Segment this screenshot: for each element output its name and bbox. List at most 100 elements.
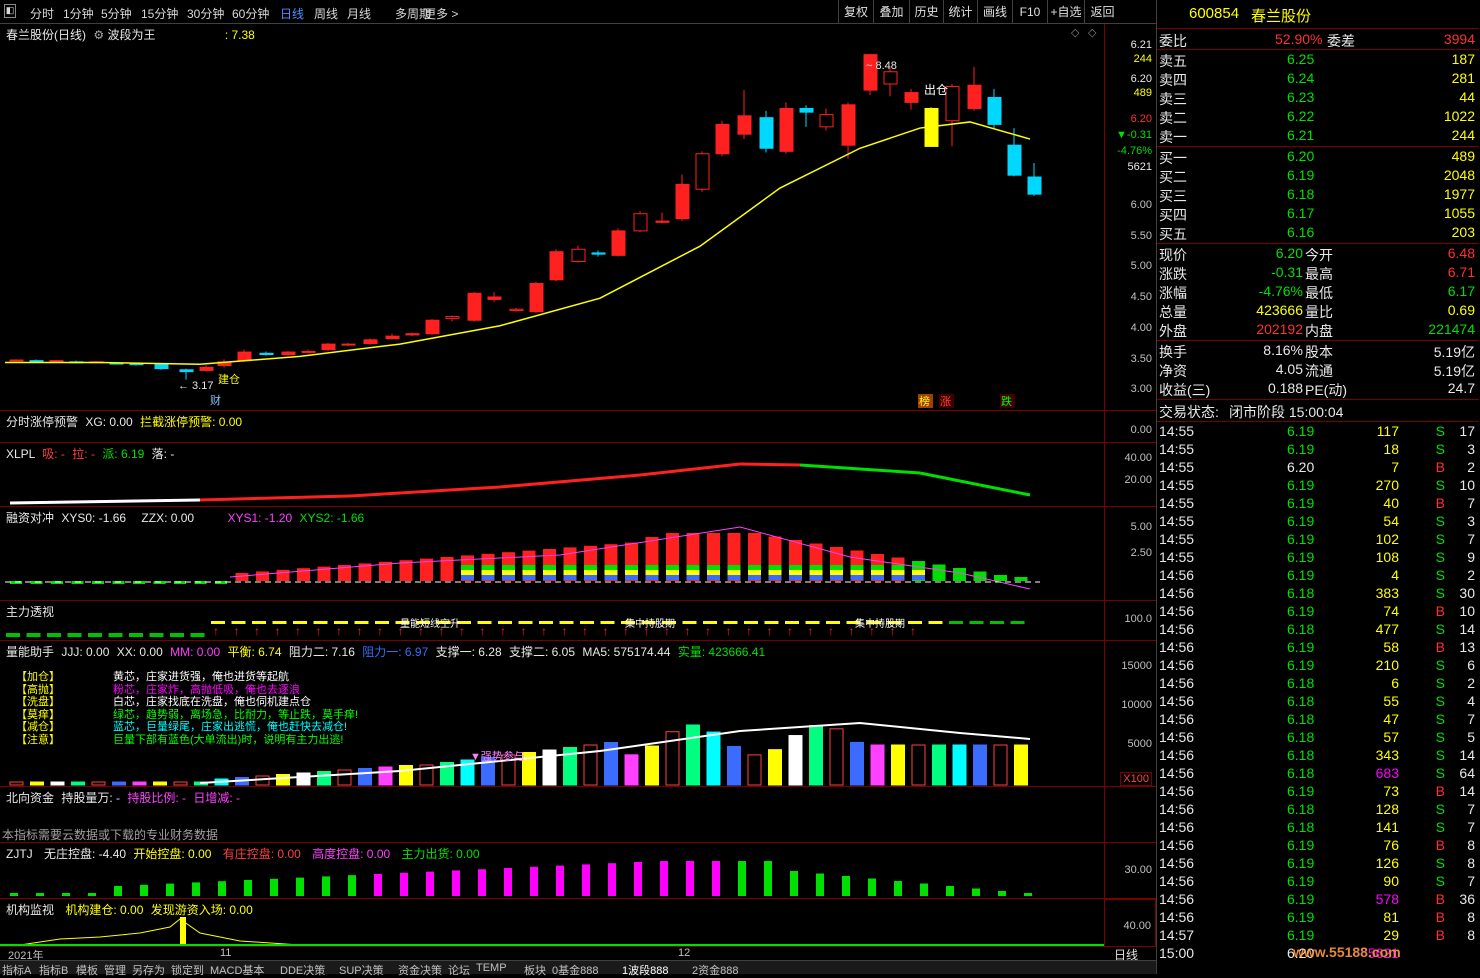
toolbar-button-5[interactable]: F10 (1012, 0, 1047, 24)
toolbar-button-4[interactable]: 画线 (977, 0, 1012, 24)
rz-bar (994, 575, 1007, 581)
pane-ln-axis-10000: 10000 (1121, 699, 1152, 711)
tick-count: 7 (1467, 873, 1475, 889)
tick-count: 7 (1467, 531, 1475, 547)
rz-bars (5, 526, 1040, 590)
period-tab-5[interactable]: 60分钟 (232, 5, 269, 22)
tick-volume: 578 (1375, 891, 1399, 907)
weibi-label: 委比 (1159, 33, 1187, 49)
bottom-tab-5[interactable]: 锁定到 (171, 962, 204, 978)
tick-row: 14:56 6.19 90 S 7 (1157, 872, 1479, 890)
buy-label: 买四 (1159, 207, 1187, 223)
quote-value-2: 6.48 (1447, 245, 1475, 261)
pane-zt-xg: XG: 0.00 (85, 415, 133, 429)
period-tab-3[interactable]: 15分钟 (141, 5, 178, 22)
panel-toggle-icon[interactable]: ◧ (4, 4, 16, 18)
tick-count: 17 (1459, 423, 1475, 439)
toolbar-button-1[interactable]: 叠加 (873, 0, 909, 24)
tick-side: S (1435, 693, 1445, 709)
price-info-label: 5621 (1127, 161, 1152, 173)
tick-side: S (1435, 675, 1445, 691)
zj-bar (530, 866, 538, 896)
pane-bx-cg: 持股量万: - (61, 791, 121, 805)
rz-bar-seg (707, 575, 720, 580)
toolbar-button-6[interactable]: +自选 (1047, 0, 1084, 24)
xlpl-segment (919, 471, 981, 487)
tick-count: 2 (1467, 459, 1475, 475)
candle-body (529, 283, 544, 313)
period-tab-10[interactable]: 更多 > (424, 5, 458, 22)
tick-side: S (1435, 513, 1445, 529)
candle-body (237, 351, 252, 362)
period-tab-0[interactable]: 分时 (30, 5, 54, 22)
bottom-tab-2[interactable]: 模板 (76, 962, 98, 978)
quote-row: 总量 423666 量比 0.69 (1157, 301, 1479, 320)
tick-time: 14:55 (1159, 495, 1195, 511)
candle-body (445, 316, 460, 319)
zj-bar (478, 869, 486, 896)
ln-bar (91, 781, 106, 786)
up-arrow-icon: ↑ (582, 624, 588, 638)
buy-row: 买二 6.19 2048 (1157, 166, 1479, 185)
quote-value-2: 6.17 (1447, 283, 1475, 299)
status-label: 交易状态: (1159, 404, 1219, 420)
bottom-tab-1[interactable]: 指标B (39, 962, 68, 978)
tick-time: 14:56 (1159, 873, 1195, 889)
bottom-tab-6[interactable]: MACD基本 (210, 962, 264, 978)
period-tab-4[interactable]: 30分钟 (187, 5, 224, 22)
period-tab-6[interactable]: 日线 (280, 5, 304, 22)
rz-bar-seg (563, 565, 577, 570)
zl-bar (26, 633, 41, 637)
date-axis: 2021年 11 12 日线 (0, 946, 1156, 962)
candle-body (341, 343, 356, 346)
ln-bar (850, 741, 864, 786)
period-tab-2[interactable]: 5分钟 (101, 5, 132, 22)
bottom-tab-7[interactable]: DDE决策 (280, 962, 325, 978)
zj-bar (868, 878, 876, 896)
tick-row: 14:56 6.18 477 S 14 (1157, 620, 1479, 638)
period-tab-7[interactable]: 周线 (314, 5, 338, 22)
ln-bar (686, 724, 700, 786)
rz-bar-seg (645, 565, 659, 570)
candle-body (695, 153, 710, 190)
zj-bar (764, 861, 772, 896)
ln-bar (30, 781, 44, 786)
buy-label: 买三 (1159, 188, 1187, 204)
zj-bar (140, 884, 148, 896)
zl-bar (6, 633, 20, 637)
pane-ln-x100[interactable]: X100 (1120, 772, 1152, 786)
bottom-tab-11[interactable]: TEMP (476, 962, 507, 974)
bottom-tab-13[interactable]: 0基金888 (552, 962, 598, 978)
bottom-tab-0[interactable]: 指标A (2, 962, 31, 978)
bottom-tab-15[interactable]: 2资金888 (692, 962, 738, 978)
candle-body (549, 251, 564, 281)
bottom-tab-3[interactable]: 管理 (104, 962, 126, 978)
candle-body (179, 369, 194, 373)
pane-xlpl-axis-40: 40.00 (1124, 452, 1152, 464)
bottom-tab-14[interactable]: 1波段888 (622, 962, 668, 978)
kline-chart[interactable]: 春兰股份(日线) ⚙ 波段为王 : 7.38 ◇ ◇ ~ 8.48 ← 3.17 出… (0, 24, 1156, 410)
bottom-tab-10[interactable]: 论坛 (448, 962, 470, 978)
tick-row: 14:56 6.19 73 B 14 (1157, 782, 1479, 800)
bottom-tab-8[interactable]: SUP决策 (339, 962, 384, 978)
bottom-tab-9[interactable]: 资金决策 (398, 962, 442, 978)
period-tab-1[interactable]: 1分钟 (63, 5, 94, 22)
toolbar-button-3[interactable]: 统计 (943, 0, 977, 24)
tick-price: 6.19 (1287, 441, 1315, 457)
tick-volume: 270 (1375, 477, 1399, 493)
tick-count: 6 (1467, 657, 1475, 673)
toolbar-button-7[interactable]: 返回 (1084, 0, 1120, 24)
zj-bar (946, 886, 954, 896)
tick-side: B (1435, 927, 1445, 943)
tick-count: 7 (1467, 801, 1475, 817)
bottom-tab-4[interactable]: 另存为 (132, 962, 165, 978)
toolbar-button-2[interactable]: 历史 (909, 0, 943, 24)
toolbar-button-0[interactable]: 复权 (838, 0, 873, 24)
period-tab-8[interactable]: 月线 (347, 5, 371, 22)
sell-volume: 281 (1451, 70, 1475, 86)
zl-bar (949, 621, 963, 624)
zl-bar (928, 621, 943, 624)
bottom-tab-12[interactable]: 板块 (524, 962, 546, 978)
rz-bar-seg (584, 575, 597, 580)
tick-time: 14:56 (1159, 765, 1195, 781)
